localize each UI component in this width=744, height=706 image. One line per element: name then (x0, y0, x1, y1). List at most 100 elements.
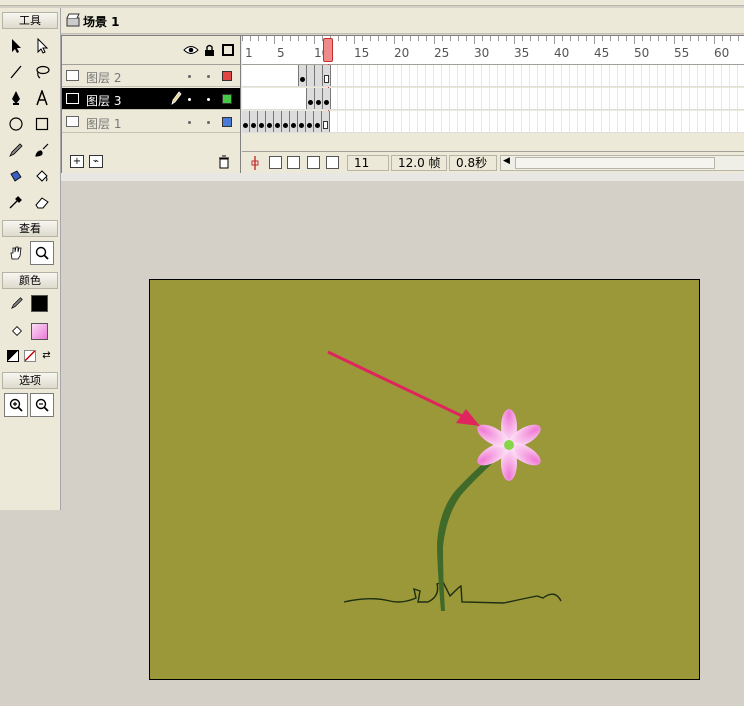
layer-outline-color[interactable] (222, 94, 232, 104)
keyframe[interactable] (299, 65, 307, 86)
keyframe[interactable] (314, 111, 322, 132)
zoom-out-icon (35, 398, 49, 412)
keyframe[interactable] (323, 88, 331, 109)
eye-icon[interactable] (183, 44, 199, 56)
keyframe[interactable] (282, 111, 290, 132)
keyframe[interactable] (307, 88, 315, 109)
fill-bucket-icon (10, 324, 24, 338)
center-frame-icon[interactable] (250, 156, 260, 170)
layer-row-2[interactable]: 图层 2 (62, 65, 240, 87)
add-layer-button[interactable]: + (70, 155, 84, 168)
frame-row-layer-1[interactable] (242, 111, 744, 133)
layer-row-1[interactable]: 图层 1 (62, 111, 240, 133)
end-frame[interactable] (323, 65, 331, 86)
stage-canvas[interactable] (149, 279, 700, 680)
onion-outline-button[interactable] (287, 156, 300, 169)
keyframe[interactable] (258, 111, 266, 132)
blank-frames (242, 88, 307, 109)
layer-row-3[interactable]: 图层 3 (62, 88, 240, 110)
rectangle-tool[interactable] (30, 112, 54, 136)
scrollbar-thumb[interactable] (515, 157, 715, 169)
frame-ruler[interactable]: 1 5 10 15 20 25 30 35 40 45 50 55 60 (242, 36, 744, 65)
lock-dot[interactable] (207, 98, 210, 101)
timeline-scrollbar[interactable]: ◀ (500, 155, 744, 171)
eyedropper-tool[interactable] (4, 190, 28, 214)
add-guide-layer-button[interactable]: ⌁ (89, 155, 103, 168)
layer-outline-color[interactable] (222, 71, 232, 81)
frame-row-layer-2[interactable] (242, 65, 744, 87)
circle-icon (9, 117, 23, 131)
no-color-button[interactable] (24, 350, 36, 362)
visibility-dot[interactable] (188, 98, 191, 101)
ruler-tick (386, 36, 387, 41)
zoom-out-button[interactable] (30, 393, 54, 417)
keyframe[interactable] (242, 111, 250, 132)
line-tool[interactable] (4, 60, 28, 84)
paint-bucket-tool[interactable] (30, 164, 54, 188)
ruler-tick (370, 36, 371, 41)
ruler-tick (530, 36, 531, 41)
layer-name: 图层 1 (86, 117, 122, 131)
layer-outline-color[interactable] (222, 117, 232, 127)
end-frame[interactable] (322, 111, 330, 132)
pencil-tool[interactable] (4, 138, 28, 162)
onion-markers-button[interactable] (326, 156, 339, 169)
keyframe[interactable] (315, 88, 323, 109)
trash-icon[interactable] (218, 155, 230, 169)
keyframe[interactable] (274, 111, 282, 132)
lock-dot[interactable] (207, 121, 210, 124)
ruler-tick (482, 36, 483, 41)
lasso-tool[interactable] (30, 60, 54, 84)
fill-color-swatch[interactable] (31, 323, 48, 340)
brush-icon (35, 143, 49, 157)
keyframe[interactable] (306, 111, 314, 132)
edit-multiple-button[interactable] (307, 156, 320, 169)
frame-row-layer-3[interactable] (242, 88, 744, 110)
scroll-left-arrow-icon[interactable]: ◀ (503, 156, 510, 166)
ruler-tick (434, 36, 435, 44)
brush-tool[interactable] (30, 138, 54, 162)
visibility-dot[interactable] (188, 75, 191, 78)
scene-name[interactable]: 场景 1 (83, 13, 120, 30)
playhead[interactable] (323, 38, 333, 62)
stroke-color-swatch[interactable] (31, 295, 48, 312)
subselect-arrow-icon (37, 38, 49, 54)
frame[interactable] (315, 65, 323, 86)
ruler-tick (426, 36, 427, 41)
ruler-tick (442, 36, 443, 41)
flower-center (504, 440, 514, 450)
pen-tool[interactable] (4, 86, 28, 110)
subselection-tool[interactable] (30, 34, 54, 58)
keyframe[interactable] (298, 111, 306, 132)
ruler-tick (570, 36, 571, 41)
frame-rate-field: 12.0 帧 (391, 155, 447, 171)
ink-bottle-tool[interactable] (4, 164, 28, 188)
keyframe[interactable] (266, 111, 274, 132)
zoom-tool[interactable] (30, 241, 54, 265)
visibility-dot[interactable] (188, 121, 191, 124)
frame[interactable] (307, 65, 315, 86)
lock-dot[interactable] (207, 75, 210, 78)
scene-bar: 场景 1 (61, 8, 744, 34)
keyframe[interactable] (290, 111, 298, 132)
oval-tool[interactable] (4, 112, 28, 136)
ruler-tick (506, 36, 507, 41)
swap-colors-icon[interactable]: ⇄ (40, 350, 53, 363)
keyframe[interactable] (250, 111, 258, 132)
ruler-tick (690, 36, 691, 41)
ruler-tick (450, 36, 451, 41)
zoom-in-button[interactable] (4, 393, 28, 417)
hand-tool[interactable] (4, 241, 28, 265)
layer-footer: + ⌁ (62, 151, 240, 173)
edit-pencil-icon (171, 91, 182, 105)
onion-skin-button[interactable] (269, 156, 282, 169)
black-white-button[interactable] (7, 350, 19, 362)
eraser-tool[interactable] (30, 190, 54, 214)
lock-icon[interactable] (204, 44, 215, 57)
text-tool[interactable] (30, 86, 54, 110)
ruler-tick (258, 36, 259, 41)
outline-icon[interactable] (222, 44, 234, 56)
selection-tool[interactable] (4, 34, 28, 58)
elapsed-time-field: 0.8秒 (449, 155, 497, 171)
ruler-tick (610, 36, 611, 41)
